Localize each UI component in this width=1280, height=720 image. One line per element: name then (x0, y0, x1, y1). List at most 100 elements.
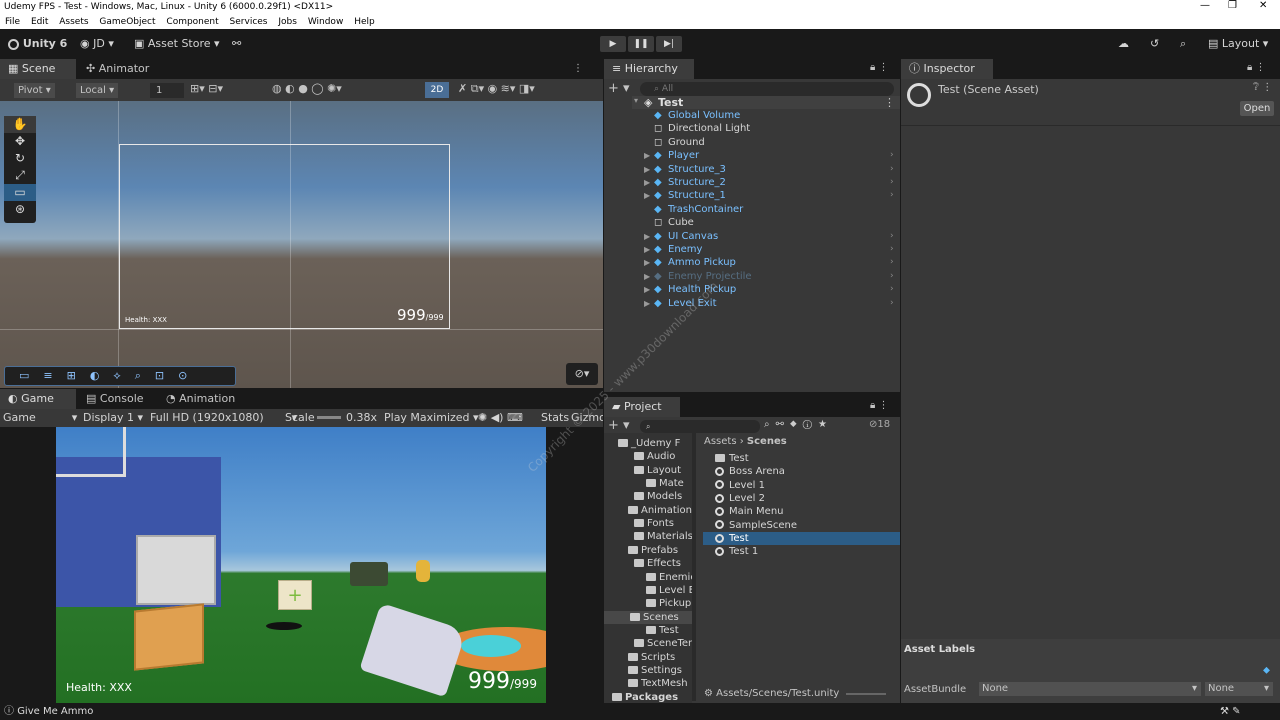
hierarchy-item[interactable]: ◆ TrashContainer (604, 203, 900, 216)
lock-icon[interactable]: 🔒︎ ⋮ (870, 62, 889, 73)
unity-menu[interactable]: Unity 6 (8, 29, 67, 59)
add-object-button[interactable]: + ▾ (608, 81, 630, 96)
expand-arrow-icon[interactable]: ▶ (644, 230, 650, 243)
orientation-gizmo-icon[interactable]: ⊘▾ (566, 363, 598, 385)
chevron-right-icon[interactable]: › (890, 176, 894, 189)
tab-animator[interactable]: ✣ Animator (78, 59, 157, 79)
breadcrumb-assets[interactable]: Assets (704, 436, 737, 447)
create-asset-button[interactable]: + ▾ (608, 418, 630, 433)
minimize-button[interactable]: — (1200, 0, 1210, 11)
scene-extra-icons[interactable]: ✗ ⧉▾ ◉ ≋▾ ◨▾ (458, 82, 535, 96)
menu-window[interactable]: Window (308, 17, 344, 27)
expand-arrow-icon[interactable]: ▶ (644, 256, 650, 269)
chevron-right-icon[interactable]: › (890, 230, 894, 243)
kebab-icon[interactable]: ⋮ (573, 63, 583, 74)
layout-dropdown[interactable]: ▤ Layout ▾ (1208, 29, 1268, 59)
project-scrollbar[interactable] (692, 433, 696, 701)
project-tree-item[interactable]: Layout (634, 464, 692, 477)
pivot-dropdown[interactable]: Pivot ▾ (14, 83, 55, 98)
project-tree-item[interactable]: Test (646, 624, 692, 637)
search-icon[interactable]: ⌕ (1180, 29, 1186, 59)
hierarchy-search-input[interactable]: ⌕ All (640, 82, 894, 96)
game-mode-dropdown[interactable]: Game ▾ (3, 409, 77, 427)
hierarchy-item[interactable]: ◻ Directional Light (604, 122, 900, 135)
tab-animation[interactable]: ◔ Animation (158, 389, 243, 409)
rotate-tool-icon[interactable]: ↻ (4, 150, 36, 167)
project-tree-item[interactable]: Enemie (646, 571, 692, 584)
chevron-right-icon[interactable]: › (890, 163, 894, 176)
scene-root[interactable]: ▾ ◈ Test ⋮ (632, 96, 900, 109)
game-viewport[interactable]: + Health: XXX 999/999 (56, 427, 546, 703)
chevron-right-icon[interactable]: › (890, 243, 894, 256)
project-tree-item[interactable]: Fonts (634, 517, 692, 530)
project-tree-item[interactable]: Audio (634, 450, 692, 463)
step-button[interactable]: ▶| (656, 36, 682, 52)
tab-scene[interactable]: ▦ Scene (0, 59, 76, 79)
hierarchy-item[interactable]: ◻ Cube (604, 216, 900, 229)
chevron-right-icon[interactable]: › (890, 149, 894, 162)
project-tree-item[interactable]: Scenes (604, 610, 692, 624)
cloud-icon[interactable]: ☁ (1118, 29, 1129, 59)
project-file[interactable]: Test 1 (703, 545, 900, 558)
chevron-right-icon[interactable]: › (890, 283, 894, 296)
tab-project[interactable]: ▰ Project (604, 397, 680, 417)
breadcrumb-scenes[interactable]: Scenes (747, 436, 787, 447)
project-tree-item[interactable]: Level E (646, 584, 692, 597)
tab-inspector[interactable]: ⓘ Inspector (901, 59, 993, 79)
project-tree-item[interactable]: TextMesh (628, 677, 692, 690)
project-tree-item[interactable]: Prefabs (628, 544, 692, 557)
2d-toggle[interactable]: 2D (425, 82, 449, 98)
version-control-icon[interactable]: ⚯ (232, 29, 241, 59)
tab-hierarchy[interactable]: ≡ Hierarchy (604, 59, 694, 79)
project-tree-item[interactable]: Effects (634, 557, 692, 570)
chevron-right-icon[interactable]: › (890, 297, 894, 310)
menu-component[interactable]: Component (166, 17, 218, 27)
project-tree-item[interactable]: Scripts (628, 651, 692, 664)
move-tool-icon[interactable]: ✥ (4, 133, 36, 150)
hierarchy-item[interactable]: ▶ ◆ Structure_2 › (604, 176, 900, 189)
hierarchy-item[interactable]: ◆ Global Volume (604, 109, 900, 122)
menu-gameobject[interactable]: GameObject (99, 17, 155, 27)
project-tree-item[interactable]: _Udemy F (618, 437, 692, 450)
scene-menu-icon[interactable]: ⋮ (884, 96, 895, 109)
hierarchy-item[interactable]: ▶ ◆ Enemy Projectile › (604, 270, 900, 283)
asset-store-button[interactable]: ▣ Asset Store ▾ (134, 29, 220, 59)
close-button[interactable]: ✕ (1259, 0, 1267, 11)
help-icon[interactable]: ❔︎ ⋮ (1253, 82, 1272, 93)
tab-game[interactable]: ◐ Game (0, 389, 76, 409)
asset-bundle-dropdown[interactable]: None ▾ (979, 682, 1201, 696)
menu-jobs[interactable]: Jobs (278, 17, 297, 27)
expand-arrow-icon[interactable]: ▶ (644, 297, 650, 310)
play-button[interactable]: ▶ (600, 36, 626, 52)
chevron-right-icon[interactable]: › (890, 189, 894, 202)
hand-tool-icon[interactable]: ✋ (4, 116, 36, 133)
project-tree-item[interactable]: Models (634, 490, 692, 503)
menu-help[interactable]: Help (354, 17, 375, 27)
play-mode-dropdown[interactable]: Play Maximized ▾ (384, 409, 479, 427)
resolution-dropdown[interactable]: Full HD (1920x1080) ▾ (150, 409, 297, 427)
inspector-lock-icon[interactable]: 🔒︎ ⋮ (1247, 62, 1266, 73)
project-file[interactable]: Boss Arena (703, 465, 900, 478)
project-tree-item[interactable]: SceneTer (634, 637, 692, 650)
expand-arrow-icon[interactable]: ▶ (644, 176, 650, 189)
expand-arrow-icon[interactable]: ▶ (644, 149, 650, 162)
icon-size-slider[interactable] (846, 693, 886, 695)
project-file[interactable]: Level 2 (703, 492, 900, 505)
project-search-input[interactable]: ⌕ (640, 420, 760, 433)
maximize-button[interactable]: ❐ (1228, 0, 1237, 11)
scale-slider[interactable] (317, 416, 341, 419)
asset-variant-dropdown[interactable]: None ▾ (1205, 682, 1273, 696)
project-file[interactable]: Main Menu (703, 505, 900, 518)
expand-arrow-icon[interactable]: ▶ (644, 163, 650, 176)
game-settings-icons[interactable]: ✺ ◀) ⌨ (478, 409, 523, 427)
label-tag-icon[interactable]: ⬥ (1263, 665, 1270, 676)
project-lock-icon[interactable]: 🔒︎ ⋮ (870, 400, 889, 411)
expand-arrow-icon[interactable]: ▶ (644, 243, 650, 256)
hierarchy-item[interactable]: ▶ ◆ Enemy › (604, 243, 900, 256)
menu-file[interactable]: File (5, 17, 20, 27)
project-tree-item[interactable]: Animation (628, 504, 692, 517)
menu-assets[interactable]: Assets (59, 17, 88, 27)
gizmos-button[interactable]: Gizmos (571, 409, 603, 427)
project-tree-item[interactable]: Packages (612, 691, 692, 704)
project-tree-item[interactable]: Materials (634, 530, 692, 543)
